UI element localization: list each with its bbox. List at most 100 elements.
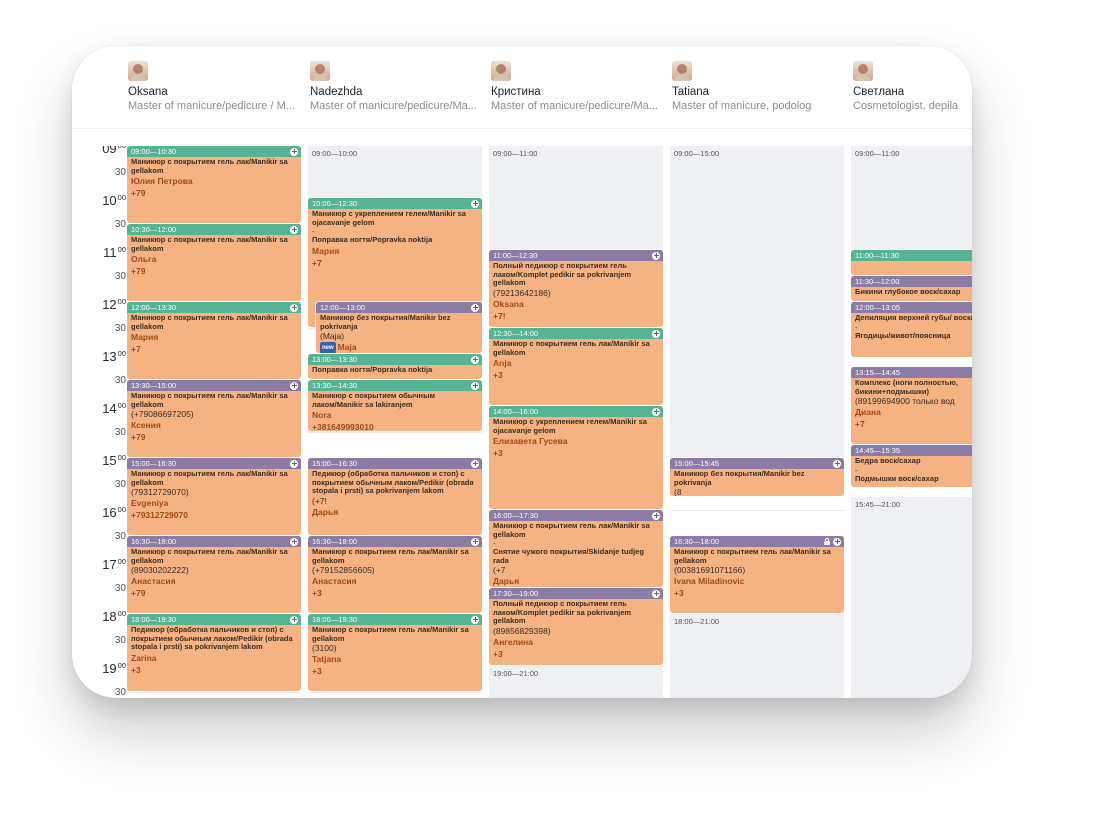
appointment-card[interactable]: 13:00—13:30 Поправка ногтя/Popravka nokti…	[308, 354, 482, 379]
client-contact: +3	[493, 648, 503, 659]
staff-name: Кристина	[491, 86, 541, 98]
client-contact: +7	[312, 257, 322, 268]
appointment-card[interactable]: 17:30—19:00 Полный педикюр с покрытием ге…	[489, 588, 663, 665]
add-icon[interactable]	[471, 537, 479, 546]
add-icon[interactable]	[290, 225, 298, 234]
appointment-card[interactable]: 11:00—12:30 Полный педикюр с покрытием ге…	[489, 250, 663, 327]
available-slot[interactable]: 09:00—11:00	[489, 146, 663, 250]
appointment-time: 18:00—19:30	[308, 614, 482, 625]
appointment-card[interactable]: 13:30—15:00 Маникюр с покрытием гель лак/…	[127, 380, 301, 457]
appointment-card[interactable]: 14:00—16:00 Маникюр с укреплением гелем/M…	[489, 406, 663, 509]
staff-column-header[interactable]: Кристина Master of manicure/pedicure/Ma.…	[491, 61, 666, 113]
service-name: Педикюр (обработка пальчиков и стоп) с п…	[131, 625, 293, 651]
add-icon[interactable]	[471, 459, 479, 468]
add-icon[interactable]	[290, 147, 298, 156]
staff-column-header[interactable]: Tatiana Master of manicure, podolog	[672, 61, 847, 113]
add-icon[interactable]	[471, 355, 479, 364]
service-name: Маникюр с покрытием гель лак/Manikir sa …	[312, 625, 469, 643]
client-name: Юлия Петрова	[131, 176, 193, 186]
appointment-card[interactable]: 13:15—14:45 Комплекс (ноги полностью, бик…	[851, 367, 972, 444]
available-slot[interactable]: 15:45—21:00	[851, 497, 972, 698]
appointment-card[interactable]: 18:00—19:30 Педикюр (обработка пальчиков …	[127, 614, 301, 691]
staff-name: Nadezhda	[310, 86, 363, 98]
appointment-body: Маникюр с покрытием гель лак/Manikir sa …	[127, 469, 301, 522]
avatar	[128, 61, 148, 81]
time-label-hour: 1300	[102, 349, 126, 364]
appointment-body: Маникюр с покрытием гель лак/Manikir sa …	[127, 547, 301, 600]
add-icon[interactable]	[290, 459, 298, 468]
client-contact: +7	[131, 344, 141, 354]
appointment-time: 11:30—12:00	[851, 276, 972, 287]
staff-role: Master of manicure/pedicure/Ma...	[491, 100, 658, 112]
appointment-card[interactable]: 15:00—16:30 Маникюр с покрытием гель лак/…	[127, 458, 301, 535]
available-slot[interactable]: 09:00—10:00	[308, 146, 482, 198]
client-contact: +3	[131, 664, 141, 675]
appointment-card[interactable]: 15:00—15:45 Маникюр без покрытия/Manikir …	[670, 458, 844, 496]
appointment-card[interactable]: 16:30—18:00 Маникюр с покрытием гель лак/…	[127, 536, 301, 613]
staff-column-header[interactable]: Nadezhda Master of manicure/pedicure/Ma.…	[310, 61, 485, 113]
appointment-card[interactable]: 09:00—10:30 Маникюр с покрытием гель лак/…	[127, 146, 301, 223]
client-name: Диана	[855, 407, 881, 417]
add-icon[interactable]	[652, 407, 660, 416]
new-client-badge: new	[320, 342, 336, 353]
service-name: Маникюр с покрытием гель лак/Manikir sa …	[493, 521, 650, 539]
add-icon[interactable]	[652, 329, 660, 338]
add-icon[interactable]	[471, 303, 479, 312]
appointment-time: 14:00—16:00	[489, 406, 663, 417]
appointment-card[interactable]: 14:45—15:35 Бедра воск/сахар - Подмышки вос…	[851, 445, 972, 488]
add-icon[interactable]	[652, 251, 660, 260]
staff-column[interactable]: 09:00—11:00 15:45—21:00 11:00—11:30 11:30—1…	[851, 146, 972, 698]
client-contact: +3	[312, 588, 322, 598]
appointment-card[interactable]: 11:30—12:00 Бикини глубокое воск/сахар	[851, 276, 972, 301]
staff-role: Cosmetologist, depila	[853, 100, 959, 112]
client-contact: +7!	[493, 310, 506, 321]
add-icon[interactable]	[290, 381, 298, 390]
service-name-secondary: Подмышки воск/сахар	[855, 473, 939, 483]
staff-column[interactable]: 09:00—15:00 18:00—21:00 15:00—15:45 Маникюр…	[670, 146, 844, 698]
add-icon[interactable]	[833, 537, 841, 546]
client-name: Tatjana	[312, 654, 342, 664]
appointment-card[interactable]: 12:00—13:30 Маникюр с покрытием гель лак/…	[127, 302, 301, 379]
appointment-card[interactable]: 12:30—14:00 Маникюр с покрытием гель лак/…	[489, 328, 663, 405]
add-icon[interactable]	[290, 303, 298, 312]
appointment-card[interactable]: 15:00—16:30 Педикюр (обработка пальчиков …	[308, 458, 482, 535]
client-contact: +3	[493, 370, 503, 380]
client-phone: (8	[674, 487, 682, 496]
appointment-card[interactable]: 11:00—11:30	[851, 250, 972, 275]
staff-column[interactable]: 09:00—10:30 Маникюр с покрытием гель лак/…	[127, 146, 301, 698]
add-icon[interactable]	[833, 459, 841, 468]
add-icon[interactable]	[290, 537, 298, 546]
add-icon[interactable]	[471, 381, 479, 390]
client-name: Анастасия	[131, 576, 176, 586]
appointment-card[interactable]: 16:00—17:30 Маникюр с покрытием гель лак/…	[489, 510, 663, 587]
appointment-body: Полный педикюр с покрытием гель лаком/Ko…	[489, 261, 663, 323]
client-phone: (89199694900 только вод	[855, 396, 955, 406]
available-slot[interactable]: 19:00—21:00	[489, 666, 663, 698]
service-name: Маникюр с укреплением гелем/Manikir sa o…	[312, 209, 466, 227]
client-name: Анастасия	[312, 576, 357, 586]
appointment-card[interactable]: 16:30—18:00 Маникюр с покрытием гель лак/…	[670, 536, 844, 613]
appointment-card[interactable]: 13:30—14:30 Маникюр с покрытием обычным л…	[308, 380, 482, 431]
staff-column[interactable]: 09:00—10:00 10:00—12:30 Маникюр с укреплен…	[308, 146, 482, 698]
staff-column-header[interactable]: Светлана Cosmetologist, depila	[853, 61, 971, 113]
service-name: Маникюр с покрытием гель лак/Manikir sa …	[493, 339, 650, 357]
appointment-time: 10:30—12:00	[127, 224, 301, 235]
add-icon[interactable]	[471, 199, 479, 208]
appointment-card[interactable]: 12:00—13:05 Депиляция верхней губы/ воск/…	[851, 302, 972, 358]
add-icon[interactable]	[652, 511, 660, 520]
staff-column[interactable]: 09:00—11:00 19:00—21:00 11:00—12:30 Полный …	[489, 146, 663, 698]
available-slot[interactable]: 09:00—11:00	[851, 146, 972, 250]
appointment-card[interactable]: 18:00—19:30 Маникюр с покрытием гель лак/…	[308, 614, 482, 691]
appointment-card[interactable]: 16:30—18:00 Маникюр с покрытием гель лак/…	[308, 536, 482, 613]
appointment-time: 12:30—14:00	[489, 328, 663, 339]
add-icon[interactable]	[471, 615, 479, 624]
add-icon[interactable]	[290, 615, 298, 624]
available-slot[interactable]: 18:00—21:00	[670, 614, 844, 698]
appointment-card[interactable]: 10:30—12:00 Маникюр с покрытием гель лак/…	[127, 224, 301, 301]
time-label-hour: 1600	[102, 505, 126, 520]
add-icon[interactable]	[652, 589, 660, 598]
available-slot[interactable]: 09:00—15:00	[670, 146, 844, 458]
appointment-card[interactable]: 12:00—13:00 Маникюр без покрытия/Manikir …	[316, 302, 482, 353]
client-contact: +79312729070	[131, 510, 188, 520]
staff-column-header[interactable]: Oksana Master of manicure/pedicure / M..…	[128, 61, 303, 113]
